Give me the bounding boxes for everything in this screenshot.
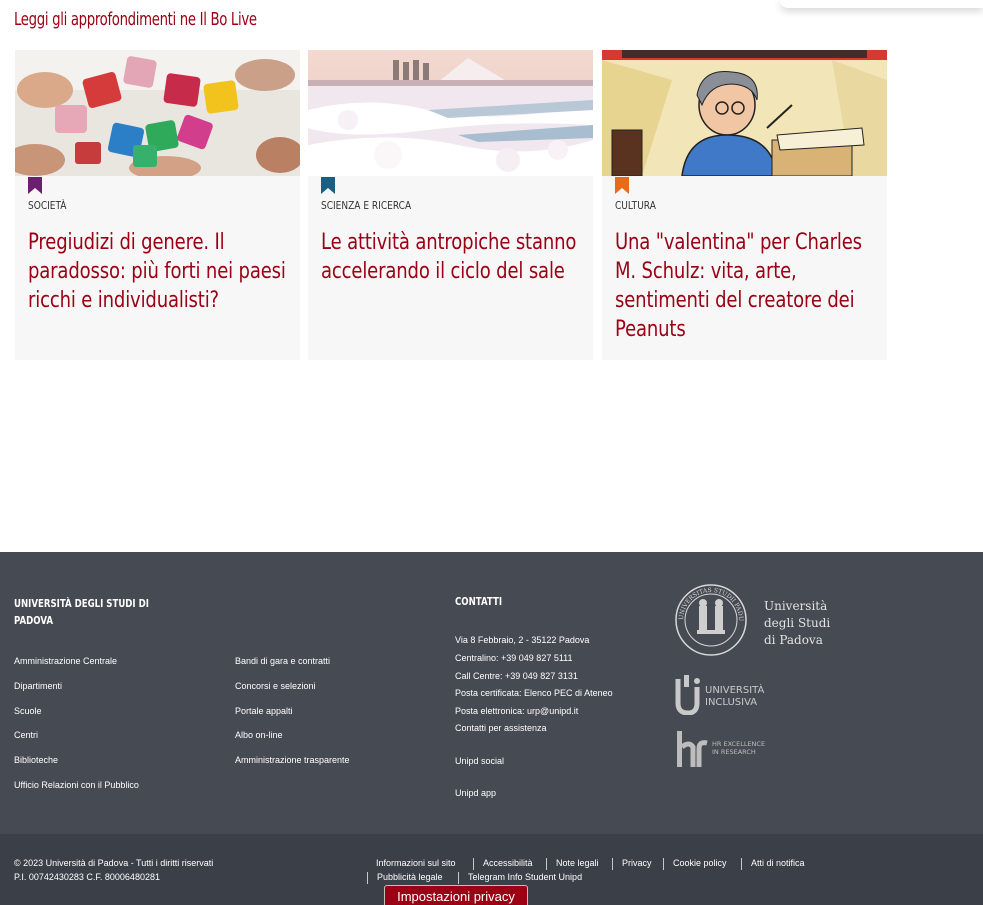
card-headline[interactable]: Pregiudizi di genere. Il paradosso: più … xyxy=(28,228,299,315)
universita-inclusiva-logo[interactable]: UNIVERSITÀ INCLUSIVA xyxy=(675,673,775,720)
separator xyxy=(367,872,368,884)
legal-link[interactable]: Atti di notifica xyxy=(751,858,805,868)
contact-centralino: Centralino: +39 049 827 5111 xyxy=(455,653,573,663)
footer-link[interactable]: Biblioteche xyxy=(14,755,58,765)
separator xyxy=(458,872,459,884)
footer-link[interactable]: Amministrazione Centrale xyxy=(14,656,117,666)
header-shadow-edge xyxy=(780,0,983,8)
legal-link[interactable]: Pubblicità legale xyxy=(377,872,443,882)
separator xyxy=(612,858,613,870)
footer-link[interactable]: Concorsi e selezioni xyxy=(235,681,316,691)
copyright-text: © 2023 Università di Padova - Tutti i di… xyxy=(14,858,214,868)
bookmark-icon xyxy=(28,177,42,194)
pec-link[interactable]: Elenco PEC di Ateneo xyxy=(524,688,613,698)
privacy-settings-button[interactable]: Impostazioni privacy xyxy=(384,885,528,905)
footer-link[interactable]: Amministrazione trasparente xyxy=(235,755,350,765)
site-footer: Università degli Studi di Padova Amminis… xyxy=(0,552,983,905)
email-link[interactable]: urp@unipd.it xyxy=(527,706,578,716)
footer-university-name: Università degli Studi di Padova xyxy=(14,597,149,627)
separator xyxy=(663,858,664,870)
legal-link[interactable]: Accessibilità xyxy=(483,858,533,868)
puzzle-hands-image[interactable] xyxy=(15,50,300,176)
bookmark-icon xyxy=(321,177,335,194)
footer-link[interactable]: Bandi di gara e contratti xyxy=(235,656,330,666)
hr-excellence-logo[interactable]: HR EXCELLENCE IN RESEARCH xyxy=(675,729,775,776)
separator xyxy=(473,858,474,870)
unipd-app-link[interactable]: Unipd app xyxy=(455,788,496,798)
logo-text-line2: degli Studi xyxy=(764,616,830,630)
footer-link[interactable]: Dipartimenti xyxy=(14,681,62,691)
university-logo[interactable]: UNIVERSITAS STUDII PADUANI Università de… xyxy=(672,579,845,664)
card-headline[interactable]: Le attività antropiche stanno accelerand… xyxy=(321,228,592,286)
legal-link[interactable]: Telegram Info Student Unipd xyxy=(468,872,582,882)
piva-text: P.I. 00742430283 C.F. 80006480281 xyxy=(14,872,160,882)
schulz-comic-image[interactable] xyxy=(602,50,887,176)
footer-link[interactable]: Albo on-line xyxy=(235,730,283,740)
contact-pec: Posta certificata: Elenco PEC di Ateneo xyxy=(455,688,613,698)
article-card[interactable]: Società Pregiudizi di genere. Il parados… xyxy=(15,50,300,360)
article-card[interactable]: Cultura Una "valentina" per Charles M. S… xyxy=(602,50,887,360)
card-category[interactable]: Cultura xyxy=(615,199,656,212)
hr-line2: IN RESEARCH xyxy=(712,748,756,756)
article-card[interactable]: Scienza e ricerca Le attività antropiche… xyxy=(308,50,593,360)
contact-email: Posta elettronica: urp@unipd.it xyxy=(455,706,578,716)
contacts-title: Contatti xyxy=(455,595,503,608)
hr-line1: HR EXCELLENCE xyxy=(712,740,765,748)
footer-link[interactable]: Centri xyxy=(14,730,38,740)
separator xyxy=(546,858,547,870)
legal-link[interactable]: Privacy xyxy=(622,858,652,868)
legal-link[interactable]: Cookie policy xyxy=(673,858,727,868)
bookmark-icon xyxy=(615,177,629,194)
inclusiva-line1: UNIVERSITÀ xyxy=(705,683,764,696)
unipd-social-link[interactable]: Unipd social xyxy=(455,756,504,766)
separator xyxy=(741,858,742,870)
contact-address: Via 8 Febbraio, 2 - 35122 Padova xyxy=(455,635,590,645)
section-title[interactable]: Leggi gli approfondimenti ne Il Bo Live xyxy=(14,9,257,30)
card-category[interactable]: Società xyxy=(28,199,66,212)
contact-call-centre: Call Centre: +39 049 827 3131 xyxy=(455,671,578,681)
pec-label: Posta certificata: xyxy=(455,688,525,698)
legal-link[interactable]: Note legali xyxy=(556,858,599,868)
inclusiva-line2: INCLUSIVA xyxy=(705,697,757,708)
footer-link[interactable]: Scuole xyxy=(14,706,42,716)
card-category[interactable]: Scienza e ricerca xyxy=(321,199,411,212)
contact-assistance-link[interactable]: Contatti per assistenza xyxy=(455,723,547,733)
logo-text-line3: di Padova xyxy=(764,633,823,647)
salt-flats-image[interactable] xyxy=(308,50,593,176)
footer-link[interactable]: Portale appalti xyxy=(235,706,293,716)
legal-link[interactable]: Informazioni sul sito xyxy=(376,858,456,868)
logo-text-line1: Università xyxy=(764,599,827,613)
footer-link[interactable]: Ufficio Relazioni con il Pubblico xyxy=(14,780,139,790)
card-headline[interactable]: Una "valentina" per Charles M. Schulz: v… xyxy=(615,228,886,344)
email-label: Posta elettronica: xyxy=(455,706,528,716)
